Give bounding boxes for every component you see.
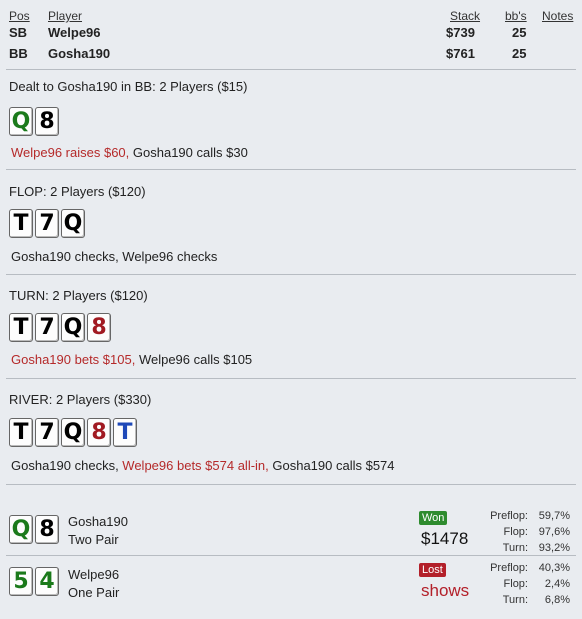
card: 8 xyxy=(87,418,111,447)
equity-value: 40,3% xyxy=(538,562,570,574)
action-text: Welpe96 raises $60, xyxy=(11,145,130,160)
won-amount: $1478 xyxy=(421,529,469,548)
card: 7 xyxy=(35,209,59,238)
equity-label: Preflop: xyxy=(490,562,528,574)
card: 8 xyxy=(87,313,111,342)
flop-action: Gosha190 checks, Welpe96 checks xyxy=(11,249,218,264)
lost-badge: Lost xyxy=(419,563,446,577)
river-action: Gosha190 checks, Welpe96 bets $574 all-i… xyxy=(11,458,395,473)
equity-value: 93,2% xyxy=(538,542,570,554)
equity-value: 59,7% xyxy=(538,510,570,522)
divider xyxy=(6,69,576,70)
showdown-cards: 5 4 xyxy=(9,567,59,596)
card: T xyxy=(9,313,33,342)
divider xyxy=(6,378,576,379)
card: Q xyxy=(61,209,85,238)
action-text: Gosha190 calls $574 xyxy=(268,458,395,473)
flop-title: FLOP: 2 Players ($120) xyxy=(9,184,146,199)
player-stack: $739 xyxy=(446,25,475,40)
won-badge: Won xyxy=(419,511,448,525)
turn-action: Gosha190 bets $105, Welpe96 calls $105 xyxy=(11,352,252,367)
preflop-title: Dealt to Gosha190 in BB: 2 Players ($15) xyxy=(9,79,248,94)
equity-values: 40,3% 2,4% 6,8% xyxy=(539,560,570,608)
player-pos-bb: BB xyxy=(9,46,28,61)
action-text: Gosha190 checks, xyxy=(11,458,123,473)
card: T xyxy=(113,418,137,447)
board-cards: T 7 Q xyxy=(9,209,85,238)
turn-title: TURN: 2 Players ($120) xyxy=(9,288,148,303)
notes-header[interactable]: Notes xyxy=(542,9,573,23)
player-stack: $761 xyxy=(446,46,475,61)
equity-label: Turn: xyxy=(502,542,528,554)
divider xyxy=(6,555,576,556)
bbs-header[interactable]: bb's xyxy=(505,9,527,23)
equity-label: Flop: xyxy=(503,526,528,538)
card: 4 xyxy=(35,567,59,596)
card: 8 xyxy=(35,107,59,136)
card: 8 xyxy=(35,515,59,544)
equity-value: 6,8% xyxy=(544,594,570,606)
card: Q xyxy=(9,515,33,544)
shows-label: shows xyxy=(421,581,470,600)
card: Q xyxy=(61,418,85,447)
divider xyxy=(6,274,576,275)
player-name-gosha190[interactable]: Gosha190 xyxy=(48,46,110,61)
action-text: Welpe96 bets $574 all-in, xyxy=(122,458,269,473)
card: 5 xyxy=(9,567,33,596)
player-name-welpe96[interactable]: Welpe96 xyxy=(48,25,101,40)
river-title: RIVER: 2 Players ($330) xyxy=(9,392,152,407)
board-cards: T 7 Q 8 xyxy=(9,313,111,342)
action-text: Gosha190 calls $30 xyxy=(129,145,248,160)
card: Q xyxy=(9,107,33,136)
pos-header[interactable]: Pos xyxy=(9,9,30,23)
player-bbs: 25 xyxy=(512,25,527,40)
equity-label: Flop: xyxy=(503,578,528,590)
card: Q xyxy=(61,313,85,342)
result-hand: One Pair xyxy=(68,585,120,600)
equity-label: Turn: xyxy=(502,594,528,606)
divider xyxy=(6,169,576,170)
preflop-action: Welpe96 raises $60, Gosha190 calls $30 xyxy=(11,145,248,160)
player-header[interactable]: Player xyxy=(48,9,82,23)
action-text: Gosha190 bets $105, xyxy=(11,352,136,367)
card: 7 xyxy=(35,418,59,447)
result-hand: Two Pair xyxy=(68,532,119,547)
stack-header[interactable]: Stack xyxy=(450,9,480,23)
result-player-name[interactable]: Gosha190 xyxy=(68,514,128,529)
card: T xyxy=(9,209,33,238)
equity-labels: Preflop: Flop: Turn: xyxy=(490,560,528,608)
player-pos-sb: SB xyxy=(9,25,28,40)
action-text: Welpe96 calls $105 xyxy=(135,352,253,367)
showdown-cards: Q 8 xyxy=(9,515,59,544)
equity-value: 97,6% xyxy=(538,526,570,538)
divider xyxy=(6,484,576,485)
hole-cards: Q 8 xyxy=(9,107,59,136)
board-cards: T 7 Q 8 T xyxy=(9,418,137,447)
player-bbs: 25 xyxy=(512,46,527,61)
equity-labels: Preflop: Flop: Turn: xyxy=(490,508,528,556)
equity-values: 59,7% 97,6% 93,2% xyxy=(539,508,570,556)
equity-label: Preflop: xyxy=(490,510,528,522)
equity-value: 2,4% xyxy=(544,578,570,590)
card: T xyxy=(9,418,33,447)
card: 7 xyxy=(35,313,59,342)
result-player-name[interactable]: Welpe96 xyxy=(68,567,119,582)
